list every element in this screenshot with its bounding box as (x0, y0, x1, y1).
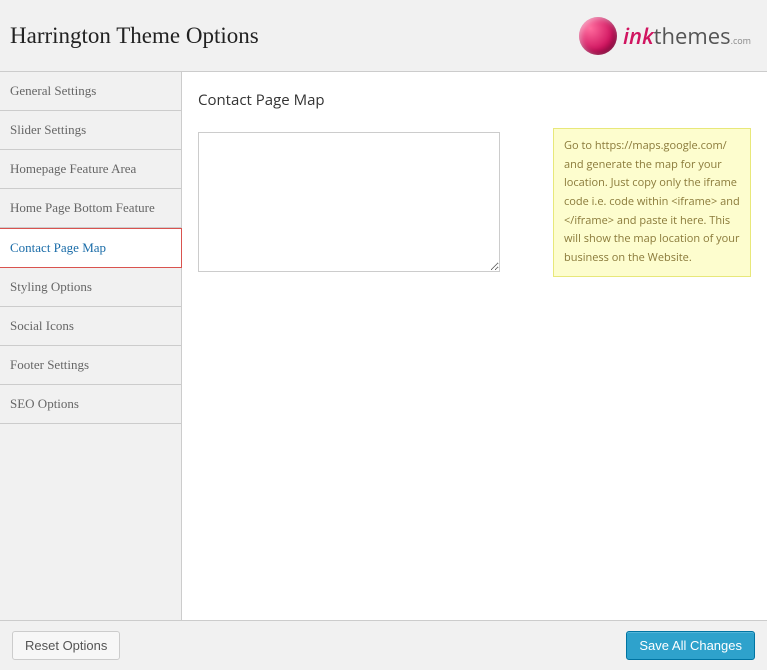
sidebar-item-seo-options[interactable]: SEO Options (0, 385, 181, 424)
logo-com: .com (731, 34, 751, 47)
section-title: Contact Page Map (198, 90, 553, 110)
sidebar-item-general-settings[interactable]: General Settings (0, 72, 181, 111)
brand-logo: inkthemes.com (579, 17, 751, 55)
main-left: Contact Page Map (198, 90, 553, 277)
logo-ink: ink (623, 21, 654, 51)
sidebar-item-styling-options[interactable]: Styling Options (0, 268, 181, 307)
sidebar-item-home-page-bottom-feature[interactable]: Home Page Bottom Feature (0, 189, 181, 228)
logo-text: inkthemes.com (623, 21, 751, 51)
sidebar-item-slider-settings[interactable]: Slider Settings (0, 111, 181, 150)
help-box: Go to https://maps.google.com/ and gener… (553, 128, 751, 277)
main-area: Contact Page Map Go to https://maps.goog… (182, 72, 767, 620)
sidebar: General Settings Slider Settings Homepag… (0, 72, 182, 620)
sidebar-item-footer-settings[interactable]: Footer Settings (0, 346, 181, 385)
map-iframe-textarea[interactable] (198, 132, 500, 272)
reset-options-button[interactable]: Reset Options (12, 631, 120, 660)
sidebar-item-contact-page-map[interactable]: Contact Page Map (0, 228, 182, 268)
header: Harrington Theme Options inkthemes.com (0, 0, 767, 72)
sidebar-item-social-icons[interactable]: Social Icons (0, 307, 181, 346)
logo-themes: themes (654, 21, 731, 51)
sidebar-item-homepage-feature-area[interactable]: Homepage Feature Area (0, 150, 181, 189)
footer: Reset Options Save All Changes (0, 620, 767, 670)
page-title: Harrington Theme Options (10, 23, 259, 49)
content-wrapper: General Settings Slider Settings Homepag… (0, 72, 767, 620)
save-all-changes-button[interactable]: Save All Changes (626, 631, 755, 660)
logo-ball-icon (579, 17, 617, 55)
